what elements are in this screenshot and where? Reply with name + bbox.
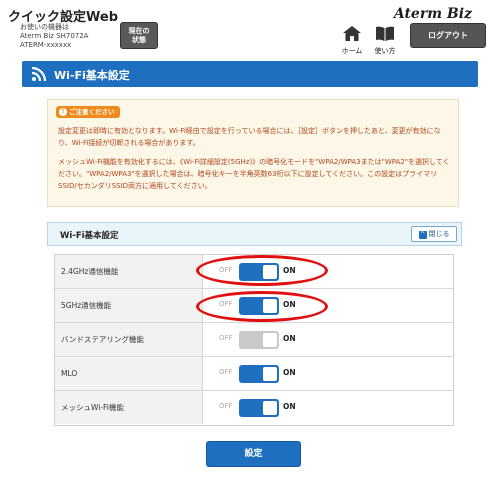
chevron-up-icon: ^ [418,231,427,239]
on-label: ON [283,334,296,343]
switch-track[interactable] [239,399,279,417]
manual-label: 使い方 [374,47,396,55]
caution-paragraph-1: 設定変更は即時に有効となります。Wi-Fi経由で設定を行っている場合には、［設定… [58,127,441,147]
caution-paragraph-2: メッシュWi-Fi機能を有効化するには、《Wi-Fi詳細設定(5GHz)》の暗号… [58,158,450,190]
on-label: ON [283,368,296,377]
caution-text: 設定変更は即時に有効となります。Wi-Fi経由で設定を行っている場合には、［設定… [58,125,454,199]
switch-track-disabled [239,331,279,349]
manual-nav-button[interactable]: 使い方 [370,26,400,55]
collapse-button[interactable]: ^ 閉じる [411,226,457,242]
toggle-mesh-wifi[interactable]: OFF ON [219,399,309,417]
row-label: 5GHz通信機能 [55,289,203,322]
caution-badge: ! ご注意ください [56,106,120,118]
device-info: お使いの機器は Aterm Biz SH7072A ATERM-xxxxxx [20,23,88,50]
switch-knob [263,333,277,347]
book-icon [376,26,394,41]
brand-logo: Aterm Biz [393,6,472,22]
device-id: ATERM-xxxxxx [20,41,72,49]
setting-row-mesh-wifi: メッシュWi-Fi機能 OFF ON [55,391,453,425]
row-label: メッシュWi-Fi機能 [55,391,203,424]
off-label: OFF [219,402,233,410]
section-header: Wi-Fi基本設定 [22,61,478,87]
wifi-icon [31,66,47,82]
collapse-label: 閉じる [428,230,450,238]
home-icon [343,26,361,41]
switch-track[interactable] [239,365,279,383]
device-model: Aterm Biz SH7072A [20,32,89,40]
home-nav-button[interactable]: ホーム [338,26,366,55]
highlight-ring-5ghz [196,291,328,322]
row-label: MLO [55,357,203,390]
off-label: OFF [219,334,233,342]
setting-row-band-steering: バンドステアリング機能 OFF ON [55,323,453,357]
switch-knob [263,401,277,415]
panel-title: Wi-Fi基本設定 [60,231,119,241]
highlight-ring-2-4ghz [196,255,328,286]
row-label: 2.4GHz通信機能 [55,255,203,288]
caution-badge-label: ご注意ください [69,108,115,116]
current-status-button[interactable]: 現在の 状態 [120,22,158,49]
home-label: ホーム [341,47,363,55]
switch-knob [263,367,277,381]
off-label: OFF [219,368,233,376]
panel-header: Wi-Fi基本設定 ^ 閉じる [47,222,462,246]
on-label: ON [283,402,296,411]
setting-row-mlo: MLO OFF ON [55,357,453,391]
apply-settings-button[interactable]: 設定 [206,441,301,467]
logout-button[interactable]: ログアウト [410,23,486,48]
warning-icon: ! [59,108,67,116]
caution-box: ! ご注意ください 設定変更は即時に有効となります。Wi-Fi経由で設定を行ってい… [47,99,459,207]
device-label: お使いの機器は [20,23,69,31]
header: クイック設定Web お使いの機器は Aterm Biz SH7072A ATER… [0,0,500,56]
toggle-mlo[interactable]: OFF ON [219,365,309,383]
toggle-band-steering: OFF ON [219,331,309,349]
row-label: バンドステアリング機能 [55,323,203,356]
section-title: Wi-Fi基本設定 [54,69,130,82]
